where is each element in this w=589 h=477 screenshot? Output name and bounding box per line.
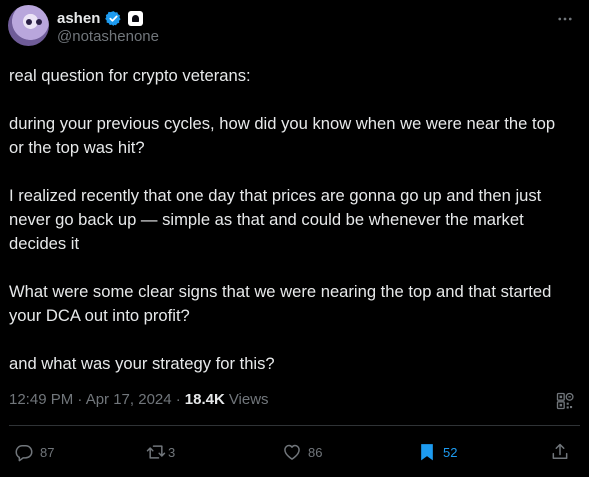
bookmark-icon: [421, 444, 433, 461]
like-count: 86: [308, 444, 323, 460]
avatar-eye-right: [36, 19, 42, 25]
tweet-paragraph: What were some clear signs that we were …: [9, 282, 552, 325]
view-analytics-icon[interactable]: [555, 391, 575, 411]
reply-icon: [15, 445, 33, 462]
affiliate-badge-icon[interactable]: [128, 10, 144, 26]
repost-icon: [146, 445, 166, 459]
like-button[interactable]: 86: [282, 441, 322, 463]
heart-icon: [284, 444, 300, 460]
repost-button[interactable]: 3: [146, 441, 175, 463]
tweet-text: real question for crypto veterans: durin…: [9, 64, 574, 376]
tweet-timestamp[interactable]: 12:49 PM · Apr 17, 2024 ·: [9, 391, 181, 408]
tweet-paragraph: during your previous cycles, how did you…: [9, 114, 556, 157]
views-label: Views: [228, 391, 269, 408]
more-options-icon[interactable]: [556, 10, 574, 28]
bookmark-button[interactable]: 52: [417, 441, 457, 463]
share-icon: [552, 443, 568, 459]
reply-count: 87: [40, 444, 55, 460]
avatar-eye-left: [26, 19, 32, 25]
share-button[interactable]: [550, 441, 570, 463]
author-name-row: ashen: [57, 8, 144, 28]
author-name[interactable]: ashen: [57, 10, 100, 27]
verified-badge-icon: [105, 10, 121, 26]
bookmark-count: 52: [443, 444, 458, 460]
tweet-paragraph: real question for crypto veterans:: [9, 66, 251, 85]
tweet-card: ashen @notashenone real question for cry…: [0, 0, 589, 477]
avatar[interactable]: [8, 5, 49, 46]
tweet-paragraph: and what was your strategy for this?: [9, 354, 275, 373]
tweet-paragraph: I realized recently that one day that pr…: [9, 186, 542, 253]
reply-button[interactable]: 87: [14, 441, 54, 463]
author-handle[interactable]: @notashenone: [57, 28, 159, 45]
tweet-meta: 12:49 PM · Apr 17, 2024 · 18.4K Views: [9, 391, 269, 408]
divider: [9, 425, 580, 426]
views-count: 18.4K: [184, 391, 225, 408]
repost-count: 3: [168, 444, 176, 460]
